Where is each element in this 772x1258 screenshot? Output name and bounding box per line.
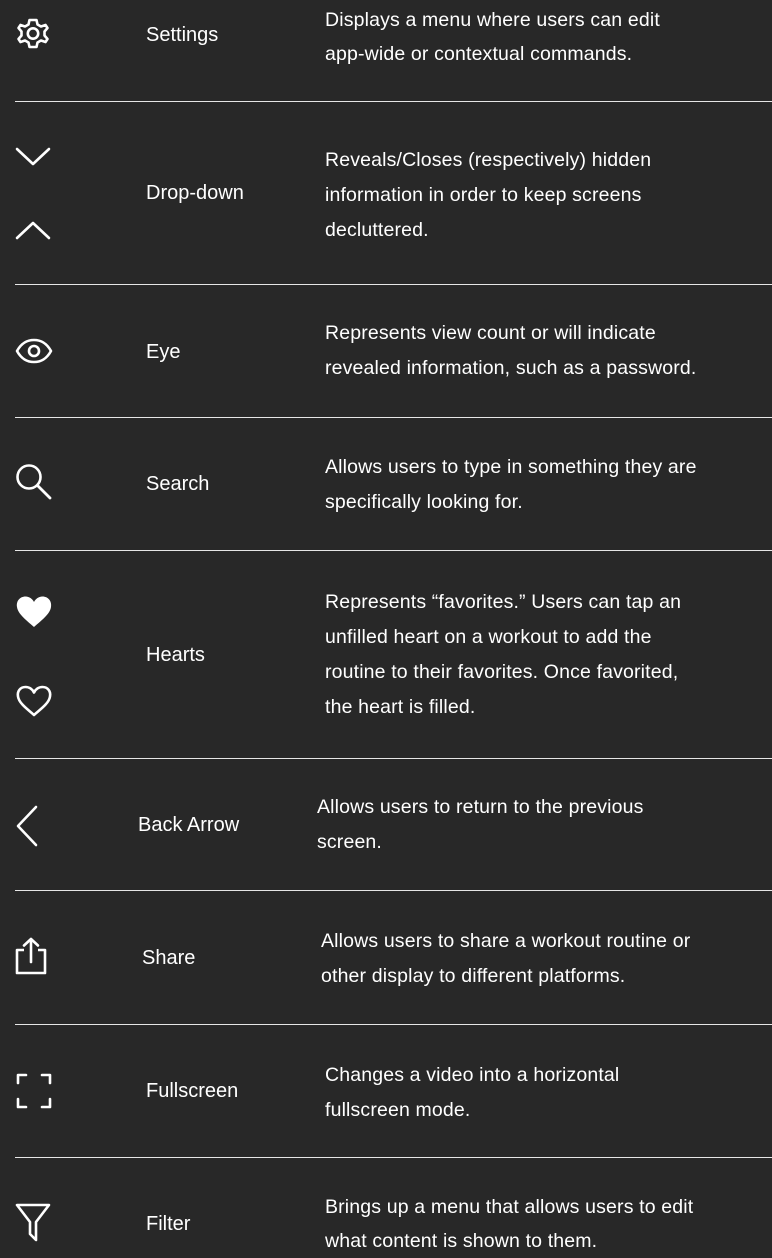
row-description-line: Allows users to type in something they a… xyxy=(325,456,697,478)
row-name-settings: Settings xyxy=(146,24,219,46)
icon-reference-table: Settings Displays a menu where users can… xyxy=(0,0,772,1252)
row-description-line: fullscreen mode. xyxy=(325,1099,471,1121)
row-divider xyxy=(15,1024,772,1025)
row-name-drop-down: Drop-down xyxy=(146,182,244,204)
chevron-down-icon xyxy=(15,147,51,167)
row-name-share: Share xyxy=(142,947,196,969)
row-description-line: other display to different platforms. xyxy=(321,965,626,987)
row-description-line: Allows users to return to the previous xyxy=(317,796,644,818)
heart-filled-icon xyxy=(15,595,53,629)
row-description-line: routine to their favorites. Once favorit… xyxy=(325,661,679,683)
row-description-line: Represents view count or will indicate xyxy=(325,322,656,344)
row-description-line: information in order to keep screens xyxy=(325,184,642,206)
row-description-line: decluttered. xyxy=(325,219,429,241)
row-description-line: Allows users to share a workout routine … xyxy=(321,930,691,952)
row-divider xyxy=(15,890,772,891)
row-divider xyxy=(15,417,772,418)
row-description-line: unfilled heart on a workout to add the xyxy=(325,626,652,648)
row-divider xyxy=(15,284,772,285)
row-name-search: Search xyxy=(146,473,210,495)
filter-icon xyxy=(14,1202,52,1244)
eye-icon xyxy=(14,337,54,365)
search-icon xyxy=(14,462,54,502)
row-name-hearts: Hearts xyxy=(146,644,205,666)
row-description-line: Reveals/Closes (respectively) hidden xyxy=(325,149,652,171)
row-description-line: what content is shown to them. xyxy=(325,1230,598,1252)
row-description-line: Displays a menu where users can edit xyxy=(325,9,660,31)
row-description-line: revealed information, such as a password… xyxy=(325,357,697,379)
row-name-back-arrow: Back Arrow xyxy=(138,814,240,836)
row-description-line: the heart is filled. xyxy=(325,696,476,718)
row-description-line: specifically looking for. xyxy=(325,491,523,513)
chevron-up-icon xyxy=(15,220,51,240)
row-name-fullscreen: Fullscreen xyxy=(146,1080,239,1102)
back-arrow-icon xyxy=(14,805,40,847)
row-divider xyxy=(15,550,772,551)
row-divider xyxy=(15,1157,772,1158)
gear-icon xyxy=(14,17,52,53)
row-description-line: Changes a video into a horizontal xyxy=(325,1064,620,1086)
row-description-line: Brings up a menu that allows users to ed… xyxy=(325,1196,694,1218)
row-description-line: Represents “favorites.” Users can tap an xyxy=(325,591,682,613)
row-name-eye: Eye xyxy=(146,341,181,363)
row-description-line: app-wide or contextual commands. xyxy=(325,43,633,65)
share-icon xyxy=(14,936,48,976)
row-divider xyxy=(15,101,772,102)
heart-outline-icon xyxy=(15,684,53,718)
row-description-line: screen. xyxy=(317,831,382,853)
row-divider xyxy=(15,758,772,759)
row-name-filter: Filter xyxy=(146,1213,191,1235)
fullscreen-icon xyxy=(15,1072,53,1110)
